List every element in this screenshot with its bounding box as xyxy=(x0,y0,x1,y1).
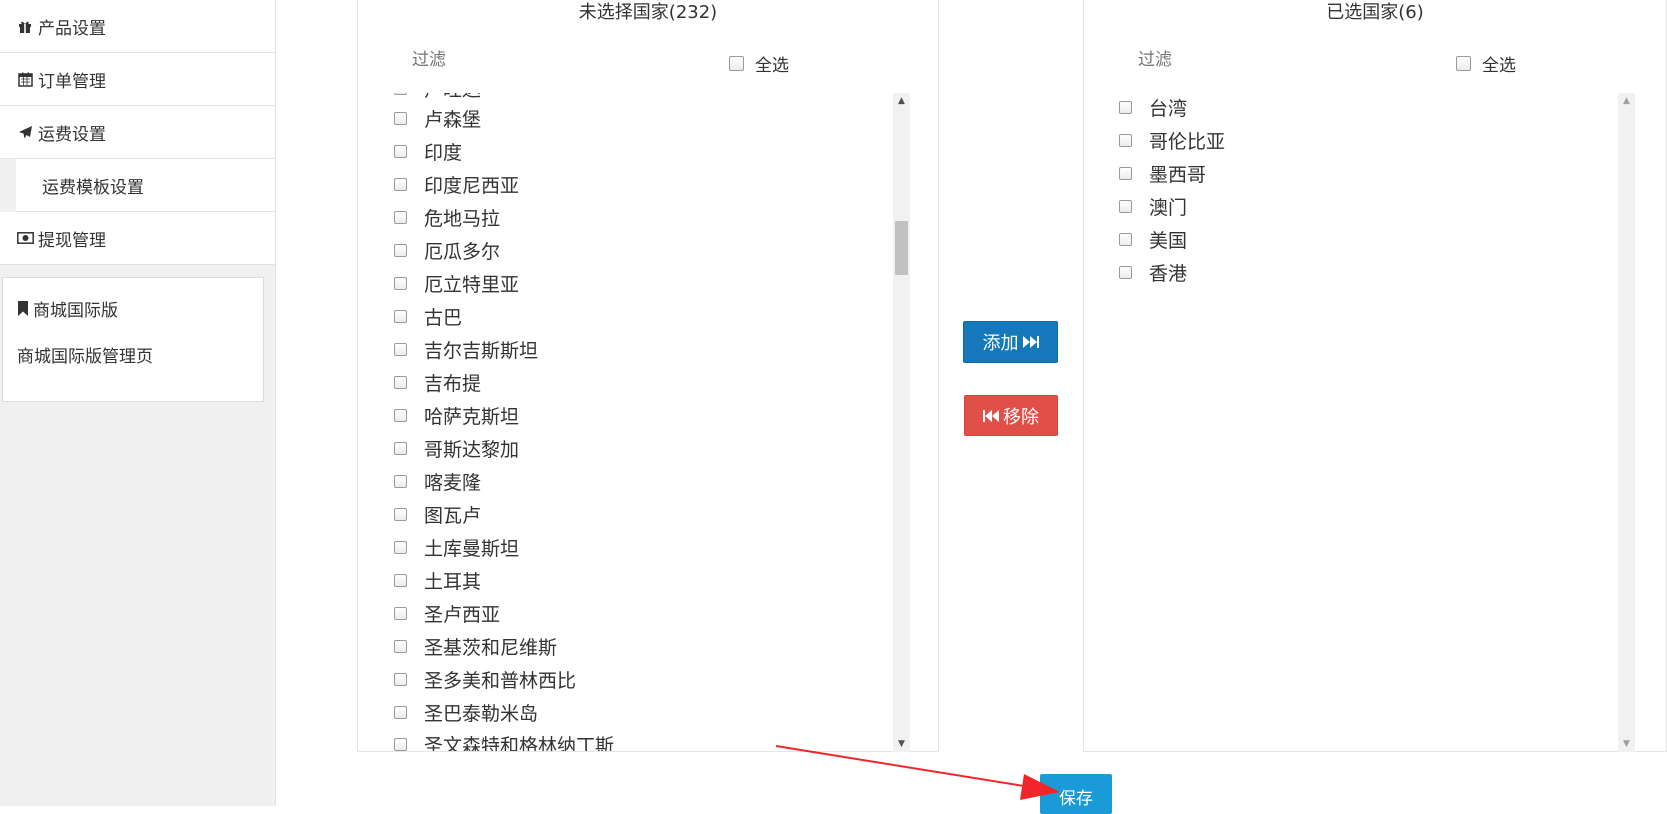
unselected-scrollbar[interactable]: ▲ ▼ xyxy=(893,93,910,752)
checkbox[interactable] xyxy=(394,375,407,389)
select-all-checkbox[interactable] xyxy=(729,56,744,71)
selected-select-all[interactable]: 全选 xyxy=(1456,51,1516,76)
checkbox[interactable] xyxy=(394,276,407,290)
sidebar-item-withdrawal-management[interactable]: 提现管理 xyxy=(0,212,275,265)
selected-country-list[interactable]: 台湾 哥伦比亚 墨西哥 澳门 美国 香港 xyxy=(1111,93,1659,751)
list-item[interactable]: 美国 xyxy=(1111,225,1187,253)
list-item[interactable]: 危地马拉 xyxy=(386,203,500,231)
list-item[interactable]: 厄立特里亚 xyxy=(386,269,519,297)
list-item[interactable]: 吉布提 xyxy=(386,368,481,396)
checkbox[interactable] xyxy=(394,177,407,191)
add-button[interactable]: 添加 xyxy=(963,321,1058,363)
selected-scrollbar[interactable]: ▲ ▼ xyxy=(1618,93,1635,752)
select-all-label: 全选 xyxy=(755,56,789,76)
list-item[interactable]: 哈萨克斯坦 xyxy=(386,401,519,429)
money-icon xyxy=(16,230,34,246)
sidebar: 产品设置 订单管理 运费设置 运费模板设置 提现管理 商城国际版 商城国际版管理… xyxy=(0,0,276,806)
sidebar-item-label: 运费模板设置 xyxy=(42,177,144,198)
list-item[interactable]: 圣多美和普林西比 xyxy=(386,665,576,693)
checkbox[interactable] xyxy=(394,309,407,323)
checkbox[interactable] xyxy=(1119,100,1132,114)
list-item[interactable]: 台湾 xyxy=(1111,93,1187,121)
checkbox[interactable] xyxy=(394,441,407,455)
sidebar-item-label: 产品设置 xyxy=(38,18,106,39)
scroll-up-arrow-icon[interactable]: ▲ xyxy=(893,93,910,109)
checkbox[interactable] xyxy=(1119,199,1132,213)
checkbox[interactable] xyxy=(394,408,407,422)
panel-title: 商城国际版 xyxy=(17,296,118,321)
scrollbar-thumb[interactable] xyxy=(895,221,908,275)
list-item[interactable]: 土耳其 xyxy=(386,566,481,594)
list-item[interactable]: 哥伦比亚 xyxy=(1111,126,1225,154)
sidebar-item-label: 订单管理 xyxy=(38,71,106,92)
list-item[interactable]: 厄瓜多尔 xyxy=(386,236,500,264)
checkbox[interactable] xyxy=(394,540,407,554)
scroll-up-arrow-icon[interactable]: ▲ xyxy=(1618,93,1635,109)
plane-icon xyxy=(16,124,34,140)
checkbox[interactable] xyxy=(394,144,407,158)
scroll-down-arrow-icon[interactable]: ▼ xyxy=(893,736,910,752)
unselected-filter-input[interactable] xyxy=(412,50,632,70)
sidebar-item-label: 提现管理 xyxy=(38,230,106,251)
list-item[interactable]: 香港 xyxy=(1111,258,1187,286)
remove-button[interactable]: 移除 xyxy=(964,395,1058,436)
unselected-country-list[interactable]: 卢旺达 卢森堡 印度 印度尼西亚 危地马拉 厄瓜多尔 厄立特里亚 古巴 吉尔吉斯… xyxy=(386,93,912,751)
sidebar-item-label: 运费设置 xyxy=(38,124,106,145)
list-item[interactable]: 圣卢西亚 xyxy=(386,599,500,627)
checkbox[interactable] xyxy=(1119,166,1132,180)
save-button[interactable]: 保存 xyxy=(1040,774,1112,814)
intl-mall-admin-link[interactable]: 商城国际版管理页 xyxy=(17,342,153,367)
list-item[interactable]: 古巴 xyxy=(386,302,462,330)
checkbox[interactable] xyxy=(394,639,407,653)
list-item[interactable]: 印度 xyxy=(386,137,462,165)
checkbox[interactable] xyxy=(394,210,407,224)
checkbox[interactable] xyxy=(1119,232,1132,246)
intl-mall-panel: 商城国际版 商城国际版管理页 xyxy=(2,277,264,402)
sidebar-item-shipping-settings[interactable]: 运费设置 xyxy=(0,106,275,159)
checkbox[interactable] xyxy=(394,243,407,257)
sidebar-item-order-management[interactable]: 订单管理 xyxy=(0,53,275,106)
checkbox[interactable] xyxy=(394,474,407,488)
unselected-countries-box: 未选择国家(232) 全选 卢旺达 卢森堡 印度 印度尼西亚 危地马拉 厄瓜多尔… xyxy=(357,0,939,752)
list-item[interactable]: 喀麦隆 xyxy=(386,467,481,495)
checkbox[interactable] xyxy=(1119,133,1132,147)
list-item[interactable]: 土库曼斯坦 xyxy=(386,533,519,561)
checkbox[interactable] xyxy=(1119,265,1132,279)
selected-filter-input[interactable] xyxy=(1138,50,1358,70)
checkbox[interactable] xyxy=(394,93,407,95)
list-item[interactable]: 卢森堡 xyxy=(386,104,481,132)
gift-icon xyxy=(16,18,34,34)
list-item[interactable]: 澳门 xyxy=(1111,192,1187,220)
checkbox[interactable] xyxy=(394,737,407,751)
checkbox[interactable] xyxy=(394,111,407,125)
checkbox[interactable] xyxy=(394,573,407,587)
list-item[interactable]: 圣文森特和格林纳丁斯 xyxy=(386,730,614,751)
checkbox[interactable] xyxy=(394,672,407,686)
double-left-arrow-icon xyxy=(983,409,1000,423)
list-item[interactable]: 图瓦卢 xyxy=(386,500,481,528)
scroll-down-arrow-icon[interactable]: ▼ xyxy=(1618,736,1635,752)
selected-countries-box: 已选国家(6) 全选 台湾 哥伦比亚 墨西哥 澳门 美国 香港 ▲ ▼ xyxy=(1083,0,1667,752)
checkbox[interactable] xyxy=(394,342,407,356)
select-all-label: 全选 xyxy=(1482,56,1516,76)
checkbox[interactable] xyxy=(394,507,407,521)
list-item[interactable]: 吉尔吉斯斯坦 xyxy=(386,335,538,363)
list-item[interactable]: 圣巴泰勒米岛 xyxy=(386,698,538,726)
list-item[interactable]: 印度尼西亚 xyxy=(386,170,519,198)
select-all-checkbox[interactable] xyxy=(1456,56,1471,71)
list-item[interactable]: 卢旺达 xyxy=(386,93,481,102)
sidebar-item-shipping-template-settings[interactable]: 运费模板设置 xyxy=(16,159,275,212)
double-right-arrow-icon xyxy=(1022,335,1039,349)
unselected-title: 未选择国家(232) xyxy=(578,2,718,23)
checkbox[interactable] xyxy=(394,606,407,620)
checkbox[interactable] xyxy=(394,705,407,719)
list-item[interactable]: 哥斯达黎加 xyxy=(386,434,519,462)
bookmark-icon xyxy=(17,301,29,316)
list-item[interactable]: 圣基茨和尼维斯 xyxy=(386,632,557,660)
selected-title: 已选国家(6) xyxy=(1326,2,1424,23)
unselected-select-all[interactable]: 全选 xyxy=(729,51,789,76)
list-item[interactable]: 墨西哥 xyxy=(1111,159,1206,187)
calendar-icon xyxy=(16,71,34,87)
sidebar-item-product-settings[interactable]: 产品设置 xyxy=(0,0,275,53)
